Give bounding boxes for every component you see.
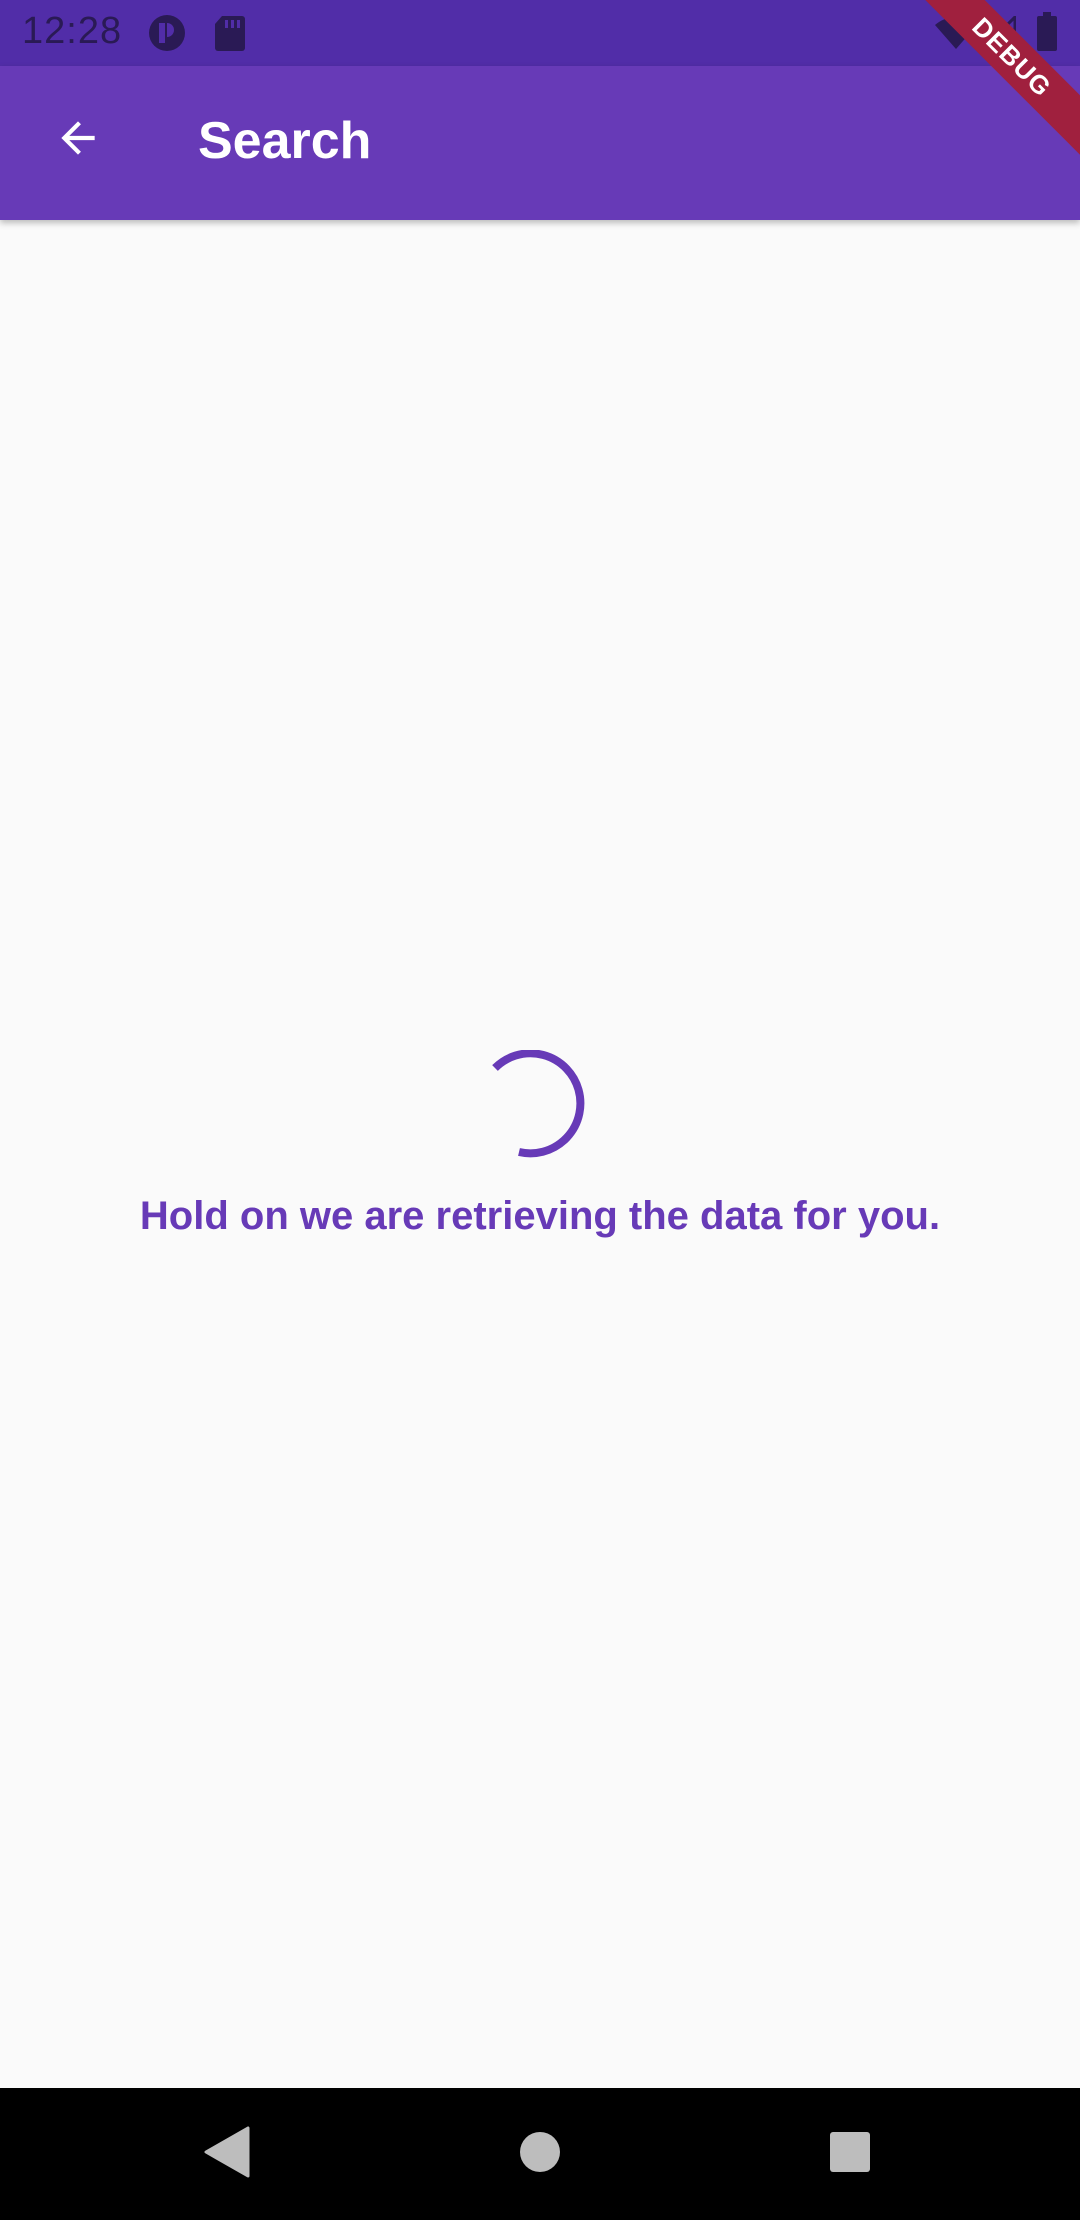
app-notification-icon: [148, 14, 186, 57]
nav-home-button[interactable]: [504, 2118, 576, 2190]
nav-home-icon: [518, 2130, 562, 2179]
signal-icon: [979, 13, 1017, 55]
nav-back-icon: [204, 2126, 252, 2183]
system-nav-bar: [0, 2088, 1080, 2220]
battery-icon: [1036, 12, 1058, 57]
wifi-icon: [934, 16, 978, 55]
status-time: 12:28: [22, 10, 123, 52]
nav-recents-button[interactable]: [814, 2118, 886, 2190]
app-bar: Search: [0, 66, 1080, 220]
back-button[interactable]: [36, 98, 120, 182]
page-title: Search: [198, 112, 372, 170]
loading-message: Hold on we are retrieving the data for y…: [139, 1194, 941, 1238]
nav-recents-icon: [828, 2130, 872, 2179]
loading-spinner: [486, 1049, 596, 1160]
arrow-back-icon: [53, 113, 103, 168]
status-bar: 12:28: [0, 0, 1080, 66]
sd-card-icon: [214, 14, 246, 57]
screen: 12:28 Search DEBUG Hold on we are retrie…: [0, 0, 1080, 2220]
nav-back-button[interactable]: [192, 2118, 264, 2190]
